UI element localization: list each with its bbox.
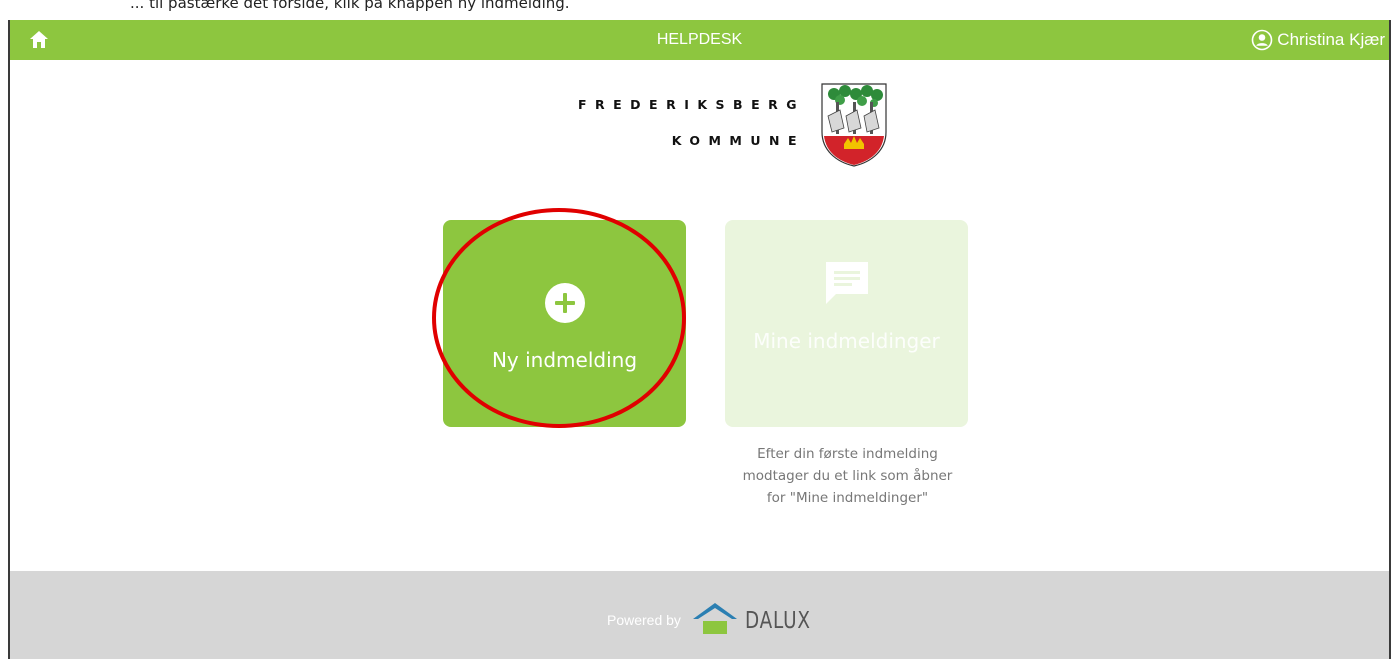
note-line-3: for "Mine indmeldinger" — [766, 490, 929, 506]
my-reports-note: Efter din første indmelding modtager du … — [720, 443, 975, 509]
powered-by-label: Powered by — [607, 612, 681, 628]
my-reports-tile: Mine indmeldinger — [725, 220, 968, 427]
user-circle-icon — [1251, 29, 1273, 51]
crest-icon — [821, 83, 887, 167]
powered-by-dalux-link[interactable]: Powered by DALUX — [607, 601, 827, 635]
new-report-tile[interactable]: Ny indmelding — [443, 220, 686, 427]
user-menu[interactable]: Christina Kjær — [1251, 20, 1385, 60]
top-caption-text: ... til påstærke det forside, klik på kn… — [130, 0, 570, 12]
footer: Powered by DALUX — [10, 571, 1389, 659]
top-caption-strip: ... til påstærke det forside, klik på kn… — [0, 0, 1397, 20]
dalux-brand: DALUX — [744, 608, 811, 634]
chat-icon — [825, 262, 868, 304]
plus-circle-icon — [544, 283, 585, 323]
my-reports-label: Mine indmeldinger — [753, 329, 940, 353]
note-line-1: Efter din første indmelding — [757, 446, 938, 462]
page-title: HELPDESK — [656, 31, 743, 48]
dalux-house-icon — [692, 603, 737, 634]
logo-line-1: FREDERIKSBERG — [577, 97, 805, 112]
municipality-logo: FREDERIKSBERG KOMMUNE — [520, 80, 900, 170]
user-name: Christina Kjær — [1277, 30, 1385, 49]
logo-line-2: KOMMUNE — [671, 133, 805, 148]
note-line-2: modtager du et link som åbner — [742, 468, 953, 484]
header-bar: HELPDESK Christina Kjær — [10, 20, 1389, 60]
new-report-label: Ny indmelding — [491, 348, 638, 372]
